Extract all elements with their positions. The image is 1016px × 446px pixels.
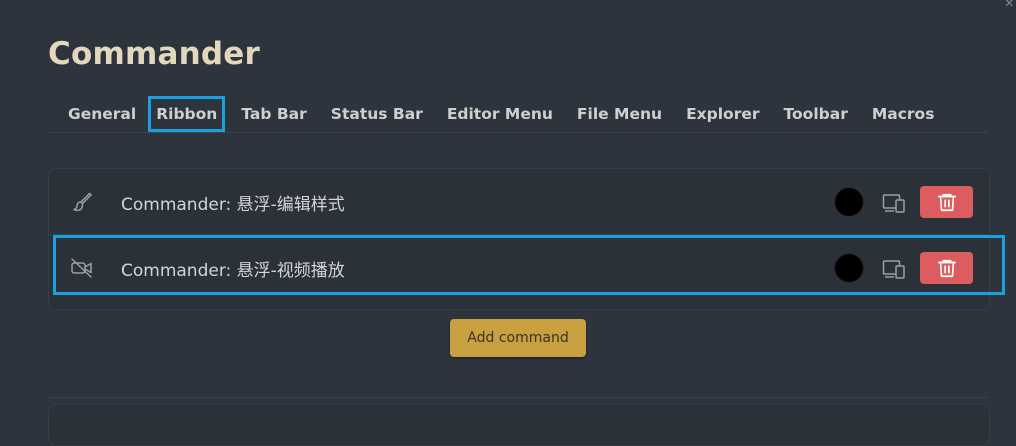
add-command-button[interactable]: Add command: [450, 319, 586, 357]
tab-ribbon[interactable]: Ribbon: [148, 96, 226, 132]
page-title: Commander: [48, 36, 260, 72]
delete-button[interactable]: [920, 186, 973, 218]
tab-file-menu[interactable]: File Menu: [565, 96, 674, 132]
tab-editor-menu[interactable]: Editor Menu: [435, 96, 565, 132]
delete-button[interactable]: [920, 252, 973, 284]
color-picker[interactable]: [835, 254, 863, 282]
section-divider: [48, 397, 988, 398]
color-picker[interactable]: [835, 188, 863, 216]
command-label: Commander: 悬浮-视频播放: [121, 261, 345, 281]
tab-toolbar[interactable]: Toolbar: [772, 96, 860, 132]
tabs-divider: [48, 132, 988, 133]
tab-macros[interactable]: Macros: [860, 96, 947, 132]
paintbrush-icon[interactable]: [70, 190, 94, 214]
tab-explorer[interactable]: Explorer: [674, 96, 771, 132]
tab-general[interactable]: General: [56, 96, 148, 132]
close-icon[interactable]: ×: [1005, 0, 1014, 12]
next-section-panel: [48, 404, 990, 446]
tab-status-bar[interactable]: Status Bar: [319, 96, 435, 132]
tab-tab-bar[interactable]: Tab Bar: [229, 96, 318, 132]
command-label: Commander: 悬浮-编辑样式: [121, 195, 345, 215]
row-divider: [48, 234, 988, 235]
command-row: Commander: 悬浮-编辑样式: [48, 172, 988, 232]
command-row: Commander: 悬浮-视频播放: [48, 238, 988, 298]
devices-icon[interactable]: [882, 258, 906, 280]
tab-bar: General Ribbon Tab Bar Status Bar Editor…: [56, 96, 946, 132]
devices-icon[interactable]: [882, 192, 906, 214]
video-off-icon[interactable]: [70, 256, 94, 280]
